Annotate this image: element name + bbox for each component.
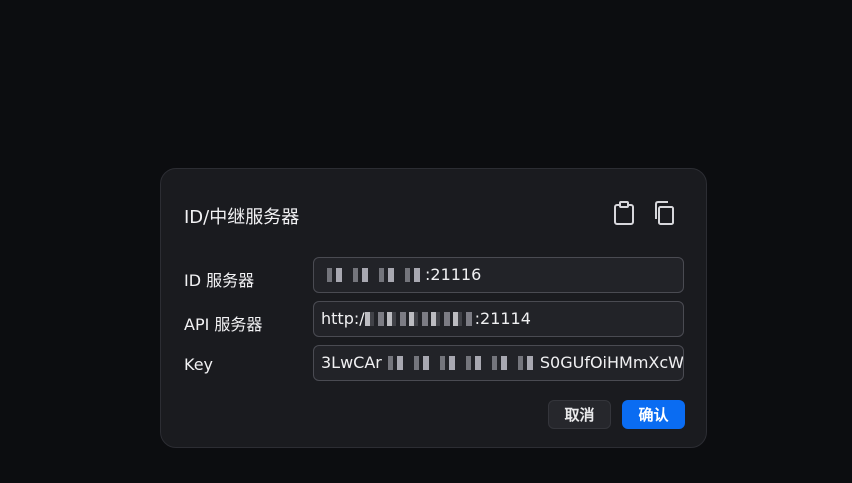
api-server-input[interactable]: http:/ :21114	[313, 301, 684, 337]
id-server-port: :21116	[425, 265, 482, 284]
api-server-label: API 服务器	[184, 315, 263, 334]
api-server-port: :21114	[474, 309, 531, 328]
confirm-button[interactable]: 确认	[622, 400, 685, 429]
key-label: Key	[184, 355, 214, 374]
copy-icon[interactable]	[650, 199, 678, 227]
server-settings-dialog: ID/中继服务器 ID 服务器 :21116 API 服务器 http:/ :21…	[160, 168, 707, 448]
key-suffix: S0GUfOiHMmXcW	[539, 353, 684, 372]
dialog-title: ID/中继服务器	[184, 207, 300, 228]
cancel-button[interactable]: 取消	[548, 400, 611, 429]
id-server-input[interactable]: :21116	[313, 257, 684, 293]
key-prefix: 3LwCAr	[321, 353, 382, 372]
api-server-prefix: http:/	[321, 309, 365, 328]
key-input[interactable]: 3LwCAr S0GUfOiHMmXcW	[313, 345, 684, 381]
obscured-text	[321, 267, 425, 282]
id-server-label: ID 服务器	[184, 271, 255, 290]
obscured-text	[381, 355, 540, 370]
obscured-text	[364, 311, 475, 326]
clipboard-paste-icon[interactable]	[610, 199, 638, 227]
